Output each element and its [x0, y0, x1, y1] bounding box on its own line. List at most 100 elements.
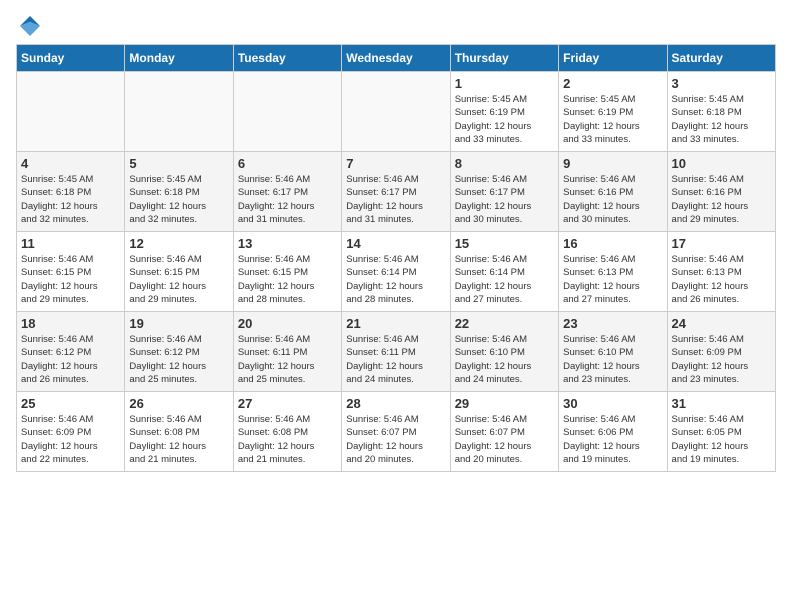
day-info: Sunrise: 5:46 AM Sunset: 6:12 PM Dayligh…	[21, 333, 120, 386]
calendar-day-cell: 19 Sunrise: 5:46 AM Sunset: 6:12 PM Dayli…	[125, 312, 233, 392]
day-info: Sunrise: 5:46 AM Sunset: 6:10 PM Dayligh…	[455, 333, 554, 386]
day-number: 18	[21, 316, 120, 331]
day-number: 10	[672, 156, 771, 171]
day-number: 27	[238, 396, 337, 411]
day-info: Sunrise: 5:46 AM Sunset: 6:12 PM Dayligh…	[129, 333, 228, 386]
day-number: 26	[129, 396, 228, 411]
weekday-header-friday: Friday	[559, 45, 667, 72]
day-number: 7	[346, 156, 445, 171]
weekday-header-thursday: Thursday	[450, 45, 558, 72]
day-number: 30	[563, 396, 662, 411]
day-info: Sunrise: 5:46 AM Sunset: 6:14 PM Dayligh…	[455, 253, 554, 306]
day-info: Sunrise: 5:45 AM Sunset: 6:18 PM Dayligh…	[21, 173, 120, 226]
day-info: Sunrise: 5:45 AM Sunset: 6:19 PM Dayligh…	[563, 93, 662, 146]
day-number: 23	[563, 316, 662, 331]
day-info: Sunrise: 5:45 AM Sunset: 6:18 PM Dayligh…	[672, 93, 771, 146]
day-info: Sunrise: 5:46 AM Sunset: 6:16 PM Dayligh…	[563, 173, 662, 226]
day-number: 25	[21, 396, 120, 411]
calendar-day-cell: 11 Sunrise: 5:46 AM Sunset: 6:15 PM Dayli…	[17, 232, 125, 312]
calendar-day-cell: 28 Sunrise: 5:46 AM Sunset: 6:07 PM Dayli…	[342, 392, 450, 472]
day-info: Sunrise: 5:46 AM Sunset: 6:10 PM Dayligh…	[563, 333, 662, 386]
calendar-day-cell: 12 Sunrise: 5:46 AM Sunset: 6:15 PM Dayli…	[125, 232, 233, 312]
calendar-day-cell: 25Sunrise: 5:46 AM Sunset: 6:09 PM Dayli…	[17, 392, 125, 472]
day-number: 21	[346, 316, 445, 331]
day-info: Sunrise: 5:46 AM Sunset: 6:15 PM Dayligh…	[21, 253, 120, 306]
calendar-week-row: 25Sunrise: 5:46 AM Sunset: 6:09 PM Dayli…	[17, 392, 776, 472]
day-number: 28	[346, 396, 445, 411]
calendar-day-cell: 8 Sunrise: 5:46 AM Sunset: 6:17 PM Daylig…	[450, 152, 558, 232]
calendar-week-row: 18 Sunrise: 5:46 AM Sunset: 6:12 PM Dayli…	[17, 312, 776, 392]
weekday-header-tuesday: Tuesday	[233, 45, 341, 72]
day-info: Sunrise: 5:46 AM Sunset: 6:15 PM Dayligh…	[129, 253, 228, 306]
calendar-day-cell: 23 Sunrise: 5:46 AM Sunset: 6:10 PM Dayli…	[559, 312, 667, 392]
calendar-week-row: 1 Sunrise: 5:45 AM Sunset: 6:19 PM Daylig…	[17, 72, 776, 152]
day-info: Sunrise: 5:46 AM Sunset: 6:06 PM Dayligh…	[563, 413, 662, 466]
day-number: 9	[563, 156, 662, 171]
calendar-empty-cell	[233, 72, 341, 152]
day-info: Sunrise: 5:46 AM Sunset: 6:13 PM Dayligh…	[563, 253, 662, 306]
calendar-week-row: 4Sunrise: 5:45 AM Sunset: 6:18 PM Daylig…	[17, 152, 776, 232]
calendar-day-cell: 7 Sunrise: 5:46 AM Sunset: 6:17 PM Daylig…	[342, 152, 450, 232]
day-info: Sunrise: 5:46 AM Sunset: 6:05 PM Dayligh…	[672, 413, 771, 466]
day-number: 5	[129, 156, 228, 171]
day-info: Sunrise: 5:46 AM Sunset: 6:13 PM Dayligh…	[672, 253, 771, 306]
calendar-table: SundayMondayTuesdayWednesdayThursdayFrid…	[16, 44, 776, 472]
calendar-day-cell: 1 Sunrise: 5:45 AM Sunset: 6:19 PM Daylig…	[450, 72, 558, 152]
day-number: 31	[672, 396, 771, 411]
day-number: 8	[455, 156, 554, 171]
calendar-day-cell: 20Sunrise: 5:46 AM Sunset: 6:11 PM Dayli…	[233, 312, 341, 392]
day-number: 12	[129, 236, 228, 251]
calendar-day-cell: 31 Sunrise: 5:46 AM Sunset: 6:05 PM Dayli…	[667, 392, 775, 472]
day-info: Sunrise: 5:46 AM Sunset: 6:16 PM Dayligh…	[672, 173, 771, 226]
day-info: Sunrise: 5:46 AM Sunset: 6:15 PM Dayligh…	[238, 253, 337, 306]
day-number: 3	[672, 76, 771, 91]
day-info: Sunrise: 5:46 AM Sunset: 6:08 PM Dayligh…	[129, 413, 228, 466]
day-info: Sunrise: 5:46 AM Sunset: 6:11 PM Dayligh…	[346, 333, 445, 386]
logo	[16, 16, 42, 34]
day-number: 6	[238, 156, 337, 171]
page-header	[16, 16, 776, 34]
calendar-empty-cell	[125, 72, 233, 152]
calendar-day-cell: 15 Sunrise: 5:46 AM Sunset: 6:14 PM Dayli…	[450, 232, 558, 312]
calendar-day-cell: 3 Sunrise: 5:45 AM Sunset: 6:18 PM Daylig…	[667, 72, 775, 152]
calendar-day-cell: 17 Sunrise: 5:46 AM Sunset: 6:13 PM Dayli…	[667, 232, 775, 312]
day-info: Sunrise: 5:46 AM Sunset: 6:07 PM Dayligh…	[455, 413, 554, 466]
calendar-week-row: 11 Sunrise: 5:46 AM Sunset: 6:15 PM Dayli…	[17, 232, 776, 312]
day-number: 24	[672, 316, 771, 331]
calendar-day-cell: 30 Sunrise: 5:46 AM Sunset: 6:06 PM Dayli…	[559, 392, 667, 472]
calendar-day-cell: 16 Sunrise: 5:46 AM Sunset: 6:13 PM Dayli…	[559, 232, 667, 312]
day-info: Sunrise: 5:46 AM Sunset: 6:14 PM Dayligh…	[346, 253, 445, 306]
calendar-day-cell: 2 Sunrise: 5:45 AM Sunset: 6:19 PM Daylig…	[559, 72, 667, 152]
day-info: Sunrise: 5:46 AM Sunset: 6:17 PM Dayligh…	[455, 173, 554, 226]
day-number: 14	[346, 236, 445, 251]
day-number: 29	[455, 396, 554, 411]
day-number: 16	[563, 236, 662, 251]
day-info: Sunrise: 5:46 AM Sunset: 6:07 PM Dayligh…	[346, 413, 445, 466]
day-info: Sunrise: 5:46 AM Sunset: 6:09 PM Dayligh…	[672, 333, 771, 386]
day-number: 15	[455, 236, 554, 251]
calendar-empty-cell	[17, 72, 125, 152]
day-info: Sunrise: 5:45 AM Sunset: 6:19 PM Dayligh…	[455, 93, 554, 146]
calendar-empty-cell	[342, 72, 450, 152]
day-number: 2	[563, 76, 662, 91]
calendar-day-cell: 9 Sunrise: 5:46 AM Sunset: 6:16 PM Daylig…	[559, 152, 667, 232]
weekday-header-saturday: Saturday	[667, 45, 775, 72]
day-info: Sunrise: 5:46 AM Sunset: 6:17 PM Dayligh…	[346, 173, 445, 226]
day-number: 17	[672, 236, 771, 251]
day-number: 22	[455, 316, 554, 331]
calendar-day-cell: 4Sunrise: 5:45 AM Sunset: 6:18 PM Daylig…	[17, 152, 125, 232]
calendar-day-cell: 14 Sunrise: 5:46 AM Sunset: 6:14 PM Dayli…	[342, 232, 450, 312]
day-number: 19	[129, 316, 228, 331]
calendar-day-cell: 5 Sunrise: 5:45 AM Sunset: 6:18 PM Daylig…	[125, 152, 233, 232]
day-info: Sunrise: 5:45 AM Sunset: 6:18 PM Dayligh…	[129, 173, 228, 226]
calendar-day-cell: 24 Sunrise: 5:46 AM Sunset: 6:09 PM Dayli…	[667, 312, 775, 392]
weekday-header-row: SundayMondayTuesdayWednesdayThursdayFrid…	[17, 45, 776, 72]
day-number: 1	[455, 76, 554, 91]
logo-icon	[18, 14, 42, 38]
day-number: 11	[21, 236, 120, 251]
calendar-day-cell: 26 Sunrise: 5:46 AM Sunset: 6:08 PM Dayli…	[125, 392, 233, 472]
day-info: Sunrise: 5:46 AM Sunset: 6:17 PM Dayligh…	[238, 173, 337, 226]
weekday-header-sunday: Sunday	[17, 45, 125, 72]
calendar-day-cell: 6 Sunrise: 5:46 AM Sunset: 6:17 PM Daylig…	[233, 152, 341, 232]
calendar-day-cell: 27Sunrise: 5:46 AM Sunset: 6:08 PM Dayli…	[233, 392, 341, 472]
